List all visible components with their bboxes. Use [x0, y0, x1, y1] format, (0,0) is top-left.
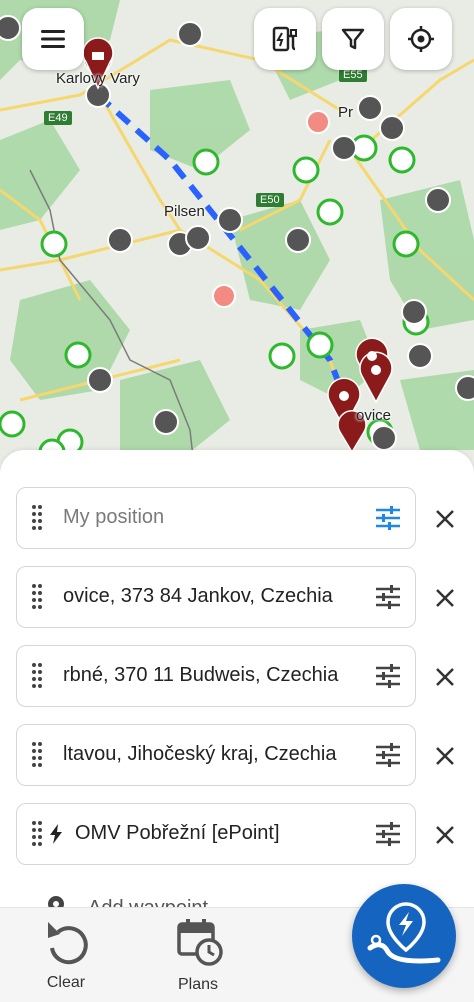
undo-arrow-icon: [48, 922, 88, 965]
remove-waypoint-button[interactable]: [430, 741, 460, 771]
city-label-prague: Pr: [338, 104, 353, 121]
tune-settings-icon[interactable]: [375, 822, 401, 846]
tune-settings-icon[interactable]: [375, 743, 401, 767]
drag-handle-icon[interactable]: [31, 583, 43, 611]
drag-handle-icon[interactable]: [31, 741, 43, 769]
drag-handle-icon[interactable]: [31, 504, 43, 532]
filter-button[interactable]: [322, 8, 384, 70]
close-icon: [436, 589, 454, 607]
remove-waypoint-button[interactable]: [430, 820, 460, 850]
waypoint-text[interactable]: ovice, 373 84 Jankov, Czechia: [63, 567, 359, 626]
clear-button[interactable]: Clear: [16, 908, 116, 1002]
drag-handle-icon[interactable]: [31, 662, 43, 690]
remove-waypoint-button[interactable]: [430, 504, 460, 534]
tune-settings-icon[interactable]: [375, 664, 401, 688]
waypoint-row[interactable]: ovice, 373 84 Jankov, Czechia: [16, 566, 416, 628]
city-label-karlovy-vary: Karlovy Vary: [56, 70, 140, 87]
road-label-e55: E55: [339, 68, 367, 82]
waypoint-row[interactable]: rbné, 370 11 Budweis, Czechia: [16, 645, 416, 707]
city-label-budweis: ovice: [356, 407, 392, 424]
close-icon: [436, 826, 454, 844]
waypoint-text[interactable]: OMV Pobřežní [ePoint]: [75, 804, 359, 863]
start-route-fab[interactable]: [352, 884, 456, 988]
charging-station-button[interactable]: [254, 8, 316, 70]
waypoint-row-start[interactable]: My position: [16, 487, 416, 549]
drag-handle-icon[interactable]: [31, 820, 43, 848]
charging-station-icon: [272, 26, 297, 52]
tune-settings-icon[interactable]: [375, 506, 401, 530]
map-view[interactable]: Karlovy Vary Pilsen Pr ovice E49 E55 E50: [0, 0, 474, 521]
close-icon: [436, 747, 454, 765]
remove-waypoint-button[interactable]: [430, 662, 460, 692]
locate-me-button[interactable]: [390, 8, 452, 70]
close-icon: [436, 668, 454, 686]
waypoint-row-charger[interactable]: OMV Pobřežní [ePoint]: [16, 803, 416, 865]
plans-button[interactable]: Plans: [148, 908, 248, 1002]
ev-route-icon: [367, 902, 441, 964]
remove-waypoint-button[interactable]: [430, 583, 460, 613]
waypoint-row[interactable]: ltavou, Jihočeský kraj, Czechia: [16, 724, 416, 786]
city-label-pilsen: Pilsen: [164, 203, 205, 220]
road-label-e50: E50: [256, 193, 284, 207]
waypoint-text[interactable]: My position: [63, 488, 359, 547]
road-label-e49: E49: [44, 111, 72, 125]
calendar-clock-icon: [177, 919, 223, 966]
waypoint-text[interactable]: rbné, 370 11 Budweis, Czechia: [63, 646, 359, 705]
crosshair-icon: [408, 26, 434, 52]
waypoint-text[interactable]: ltavou, Jihočeský kraj, Czechia: [63, 725, 359, 784]
charging-bolt-icon: [50, 824, 62, 844]
plans-label: Plans: [177, 976, 219, 993]
close-icon: [436, 510, 454, 528]
menu-icon: [41, 30, 65, 48]
filter-icon: [341, 28, 365, 50]
clear-label: Clear: [46, 974, 86, 991]
menu-button[interactable]: [22, 8, 84, 70]
tune-settings-icon[interactable]: [375, 585, 401, 609]
